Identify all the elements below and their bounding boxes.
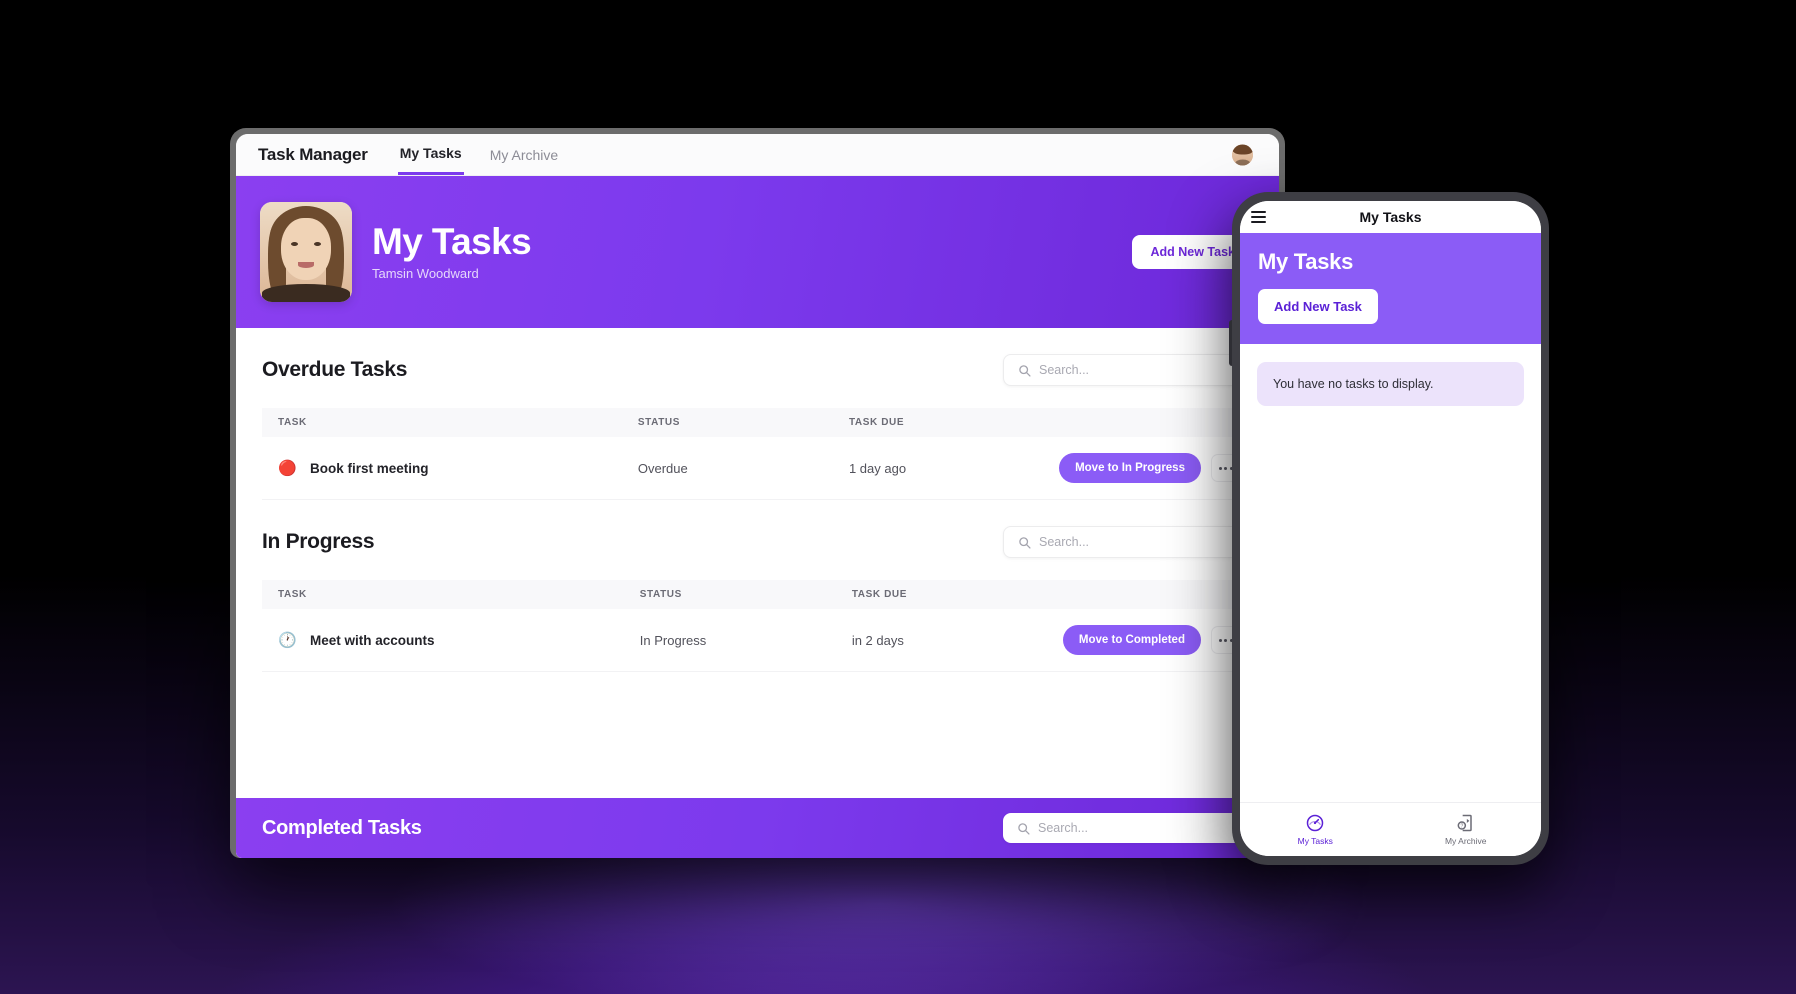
phone-tab-my-tasks[interactable]: My Tasks xyxy=(1240,813,1391,846)
tab-my-archive[interactable]: My Archive xyxy=(488,134,560,175)
archive-icon: ? xyxy=(1457,814,1472,832)
section-overdue-tasks: Overdue Tasks TASK STATUS TASK DUE xyxy=(236,328,1279,500)
section-title-completed: Completed Tasks xyxy=(262,816,422,839)
hamburger-menu-icon[interactable] xyxy=(1251,211,1266,223)
task-name: Meet with accounts xyxy=(310,632,435,648)
svg-text:?: ? xyxy=(1460,823,1463,829)
red-bell-icon: 🔴 xyxy=(278,459,297,477)
cell-task: 🔴 Book first meeting xyxy=(262,437,626,500)
phone-topbar: My Tasks xyxy=(1240,201,1541,233)
column-header-task: TASK xyxy=(262,408,626,437)
section-header: In Progress xyxy=(262,526,1253,558)
phone-tab-my-archive[interactable]: ? My Archive xyxy=(1391,813,1542,846)
avatar-photo xyxy=(260,202,352,302)
section-completed-tasks: Completed Tasks xyxy=(236,798,1279,858)
move-to-completed-button[interactable]: Move to Completed xyxy=(1062,625,1201,655)
search-icon xyxy=(1018,822,1030,835)
task-table-in-progress: TASK STATUS TASK DUE 🕐 Meet with account xyxy=(262,580,1253,672)
search-box-in-progress[interactable] xyxy=(1003,526,1253,558)
user-name: Tamsin Woodward xyxy=(372,266,479,282)
move-to-in-progress-button[interactable]: Move to In Progress xyxy=(1059,453,1201,483)
cell-actions: Move to Completed xyxy=(1050,609,1253,672)
user-avatar-icon[interactable] xyxy=(1232,144,1253,165)
desktop-screen: Task Manager My Tasks My Archive My Task… xyxy=(236,134,1279,858)
phone-tab-my-archive-label: My Archive xyxy=(1444,836,1487,846)
page-title: My Tasks xyxy=(372,220,532,262)
table-body-overdue: 🔴 Book first meeting Overdue 1 day ago M… xyxy=(262,437,1253,500)
cell-status: In Progress xyxy=(627,609,840,672)
desktop-hero: My Tasks Tamsin Woodward Add New Task xyxy=(236,176,1279,328)
column-header-status: STATUS xyxy=(627,580,840,609)
phone-content: You have no tasks to display. xyxy=(1240,344,1541,802)
column-header-actions xyxy=(1047,408,1253,437)
desktop-body: Overdue Tasks TASK STATUS TASK DUE xyxy=(236,328,1279,858)
tab-my-tasks[interactable]: My Tasks xyxy=(397,134,464,175)
tab-my-tasks-label: My Tasks xyxy=(399,145,462,161)
avatar-face xyxy=(1232,144,1253,165)
section-title-overdue: Overdue Tasks xyxy=(262,358,408,381)
phone-mockup: My Tasks My Tasks Add New Task You have … xyxy=(1229,192,1549,865)
section-in-progress: In Progress TASK STATUS TASK DUE xyxy=(236,500,1279,672)
column-header-task-due: TASK DUE xyxy=(836,408,1048,437)
table-header-overdue: TASK STATUS TASK DUE xyxy=(262,408,1253,437)
phone-hero-title: My Tasks xyxy=(1258,249,1354,274)
search-input-overdue[interactable] xyxy=(1039,363,1238,377)
orange-clock-icon: 🕐 xyxy=(278,631,297,649)
column-header-task: TASK xyxy=(262,580,628,609)
task-table-overdue: TASK STATUS TASK DUE 🔴 Book first meetin xyxy=(262,408,1253,500)
hero-text-block: My Tasks Tamsin Woodward xyxy=(372,220,532,282)
search-icon xyxy=(1019,364,1031,377)
cell-task: 🕐 Meet with accounts xyxy=(262,609,628,672)
table-header-row: TASK STATUS TASK DUE xyxy=(262,580,1253,609)
avatar xyxy=(260,202,352,302)
cell-task-due: in 2 days xyxy=(839,609,1051,672)
cell-actions: Move to In Progress xyxy=(1047,437,1253,500)
section-title-in-progress: In Progress xyxy=(262,530,375,553)
section-header: Overdue Tasks xyxy=(262,354,1253,386)
dashboard-gauge-icon xyxy=(1307,814,1324,832)
desktop-nav-tabs: My Tasks My Archive xyxy=(397,134,560,175)
phone-screen: My Tasks My Tasks Add New Task You have … xyxy=(1240,201,1541,856)
cell-status: Overdue xyxy=(625,437,837,500)
search-icon xyxy=(1019,536,1031,549)
phone-tab-my-tasks-label: My Tasks xyxy=(1297,836,1333,846)
cell-task-due: 1 day ago xyxy=(836,437,1048,500)
table-body-in-progress: 🕐 Meet with accounts In Progress in 2 da… xyxy=(262,609,1253,672)
search-box-completed[interactable] xyxy=(1003,813,1253,843)
table-row[interactable]: 🕐 Meet with accounts In Progress in 2 da… xyxy=(262,609,1253,672)
task-name: Book first meeting xyxy=(310,460,429,476)
phone-tabbar: My Tasks ? My Archive xyxy=(1240,802,1541,856)
phone-add-new-task-button[interactable]: Add New Task xyxy=(1258,289,1378,324)
table-header-in-progress: TASK STATUS TASK DUE xyxy=(262,580,1253,609)
search-box-overdue[interactable] xyxy=(1003,354,1253,386)
search-input-completed[interactable] xyxy=(1038,821,1239,835)
column-header-status: STATUS xyxy=(625,408,837,437)
phone-page-title: My Tasks xyxy=(1359,209,1422,225)
app-brand-title: Task Manager xyxy=(258,144,368,164)
empty-state-message: You have no tasks to display. xyxy=(1257,362,1524,406)
table-row[interactable]: 🔴 Book first meeting Overdue 1 day ago M… xyxy=(262,437,1253,500)
phone-hero: My Tasks Add New Task xyxy=(1240,233,1541,344)
tab-my-archive-label: My Archive xyxy=(489,146,559,163)
column-header-actions xyxy=(1050,580,1253,609)
search-input-in-progress[interactable] xyxy=(1039,535,1238,549)
desktop-mockup: Task Manager My Tasks My Archive My Task… xyxy=(230,128,1285,858)
desktop-topbar: Task Manager My Tasks My Archive xyxy=(236,134,1279,176)
table-header-row: TASK STATUS TASK DUE xyxy=(262,408,1253,437)
column-header-task-due: TASK DUE xyxy=(839,580,1051,609)
